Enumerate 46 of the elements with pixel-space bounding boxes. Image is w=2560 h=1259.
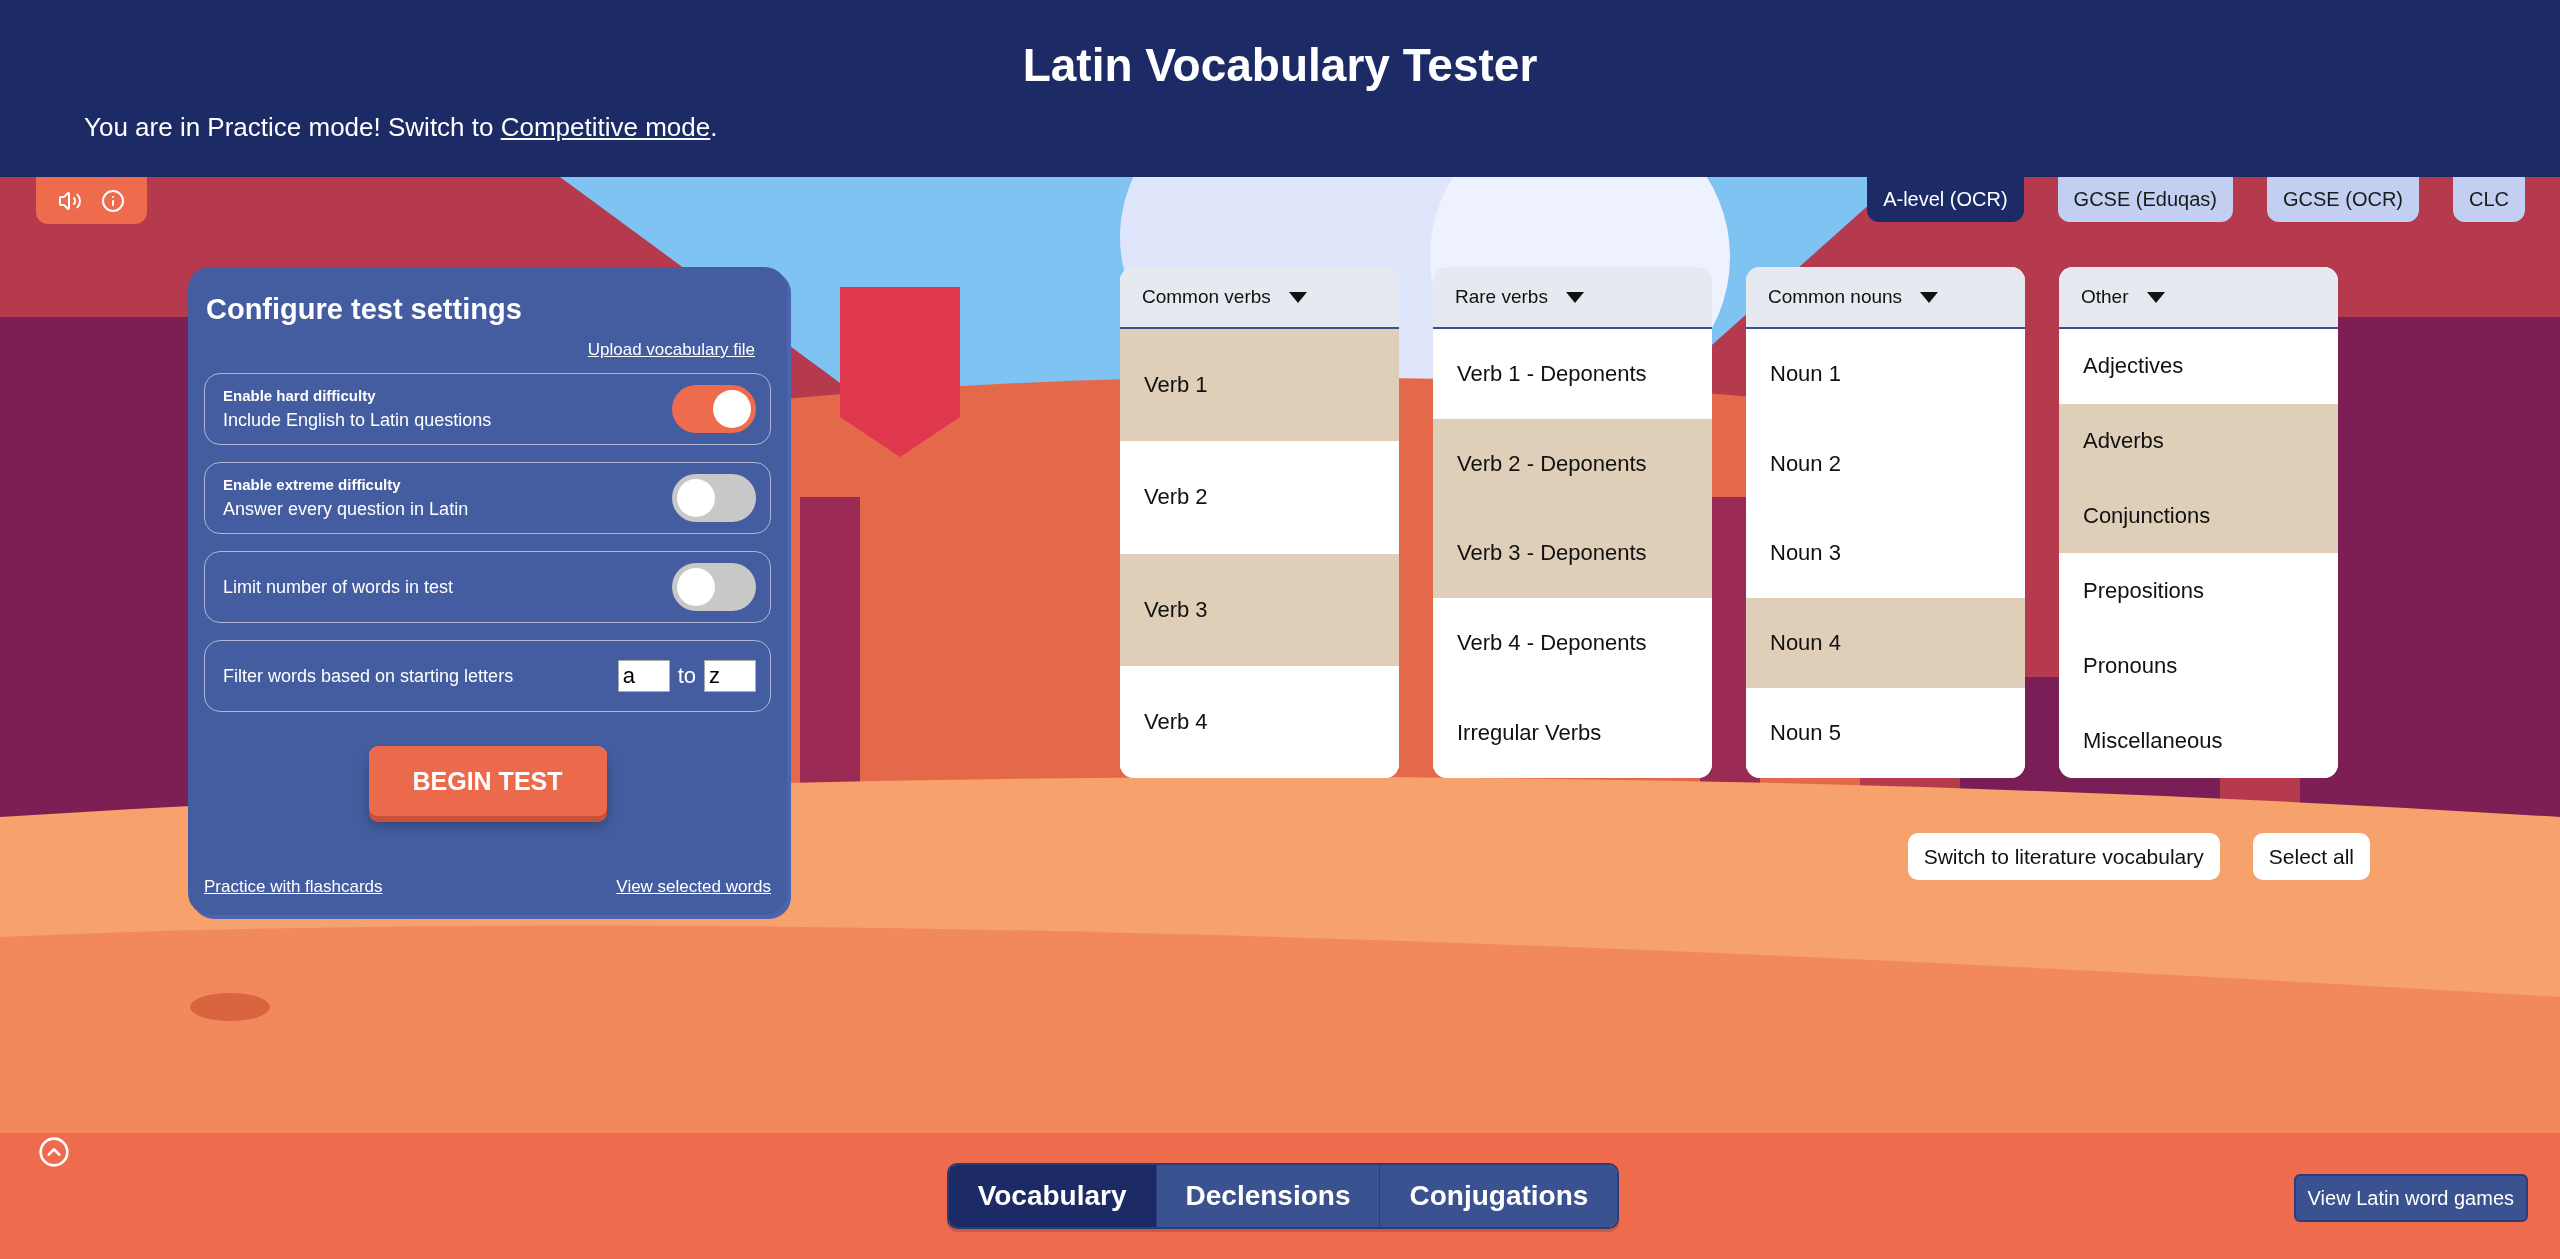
- toggle-switch[interactable]: [672, 474, 756, 522]
- mode-tab[interactable]: Declensions: [1155, 1165, 1380, 1227]
- category-item[interactable]: Verb 3: [1120, 553, 1399, 666]
- caret-icon: [2146, 291, 2165, 303]
- scroll-up-icon[interactable]: [38, 1136, 70, 1168]
- category-item[interactable]: Verb 2 - Deponents: [1433, 418, 1712, 509]
- option-label: Answer every question in Latin: [223, 499, 469, 520]
- category-dropdown[interactable]: Common nouns: [1746, 267, 2025, 329]
- flashcards-link[interactable]: Practice with flashcards: [204, 877, 383, 897]
- panel-title: Configure test settings: [206, 293, 523, 326]
- mode-tab[interactable]: Vocabulary: [948, 1165, 1156, 1227]
- option-label: Filter words based on starting letters: [223, 665, 514, 687]
- info-icon[interactable]: [101, 188, 126, 213]
- end-letter-field[interactable]: z: [704, 660, 756, 692]
- page-title: Latin Vocabulary Tester: [1021, 38, 1539, 92]
- mode-notice: You are in Practice mode! Switch to Competitive mode.: [84, 112, 719, 143]
- category-item[interactable]: Verb 3 - Deponents: [1433, 508, 1712, 599]
- category-dropdown[interactable]: Other: [2059, 267, 2338, 329]
- action-button[interactable]: Select all: [2252, 833, 2370, 880]
- word-games-button[interactable]: View Latin word games: [2293, 1174, 2528, 1222]
- exam-tab[interactable]: GCSE (Eduqas): [2057, 177, 2233, 222]
- category-item[interactable]: Noun 4: [1746, 598, 2025, 689]
- caret-icon: [1920, 291, 1939, 303]
- option-label: Include English to Latin questions: [223, 410, 492, 431]
- exam-tab[interactable]: GCSE (OCR): [2267, 177, 2419, 222]
- toggle-switch[interactable]: [672, 563, 756, 611]
- start-letter-field[interactable]: a: [617, 660, 670, 692]
- toggle-switch[interactable]: [672, 385, 756, 433]
- exam-tab[interactable]: CLC: [2453, 177, 2525, 222]
- competitive-mode-link[interactable]: Competitive mode: [500, 112, 711, 142]
- view-words-link[interactable]: View selected words: [616, 877, 771, 897]
- range-separator: to: [677, 663, 696, 689]
- caret-icon: [1565, 291, 1584, 303]
- category-dropdown[interactable]: Rare verbs: [1433, 267, 1712, 329]
- caret-icon: [1288, 291, 1307, 303]
- category-item[interactable]: Verb 1: [1120, 329, 1399, 442]
- option-label: Limit number of words in test: [223, 576, 454, 598]
- option-title: Enable extreme difficulty: [223, 476, 402, 493]
- option-title: Enable hard difficulty: [223, 387, 377, 404]
- category-item[interactable]: Conjunctions: [2059, 478, 2338, 554]
- action-button[interactable]: Switch to literature vocabulary: [1907, 833, 2220, 880]
- exam-tab[interactable]: A-level (OCR): [1867, 177, 2024, 222]
- category-dropdown[interactable]: Common verbs: [1120, 267, 1399, 329]
- upload-link[interactable]: Upload vocabulary file: [587, 340, 755, 360]
- category-item[interactable]: Adverbs: [2059, 403, 2338, 479]
- mode-tab[interactable]: Conjugations: [1379, 1165, 1618, 1227]
